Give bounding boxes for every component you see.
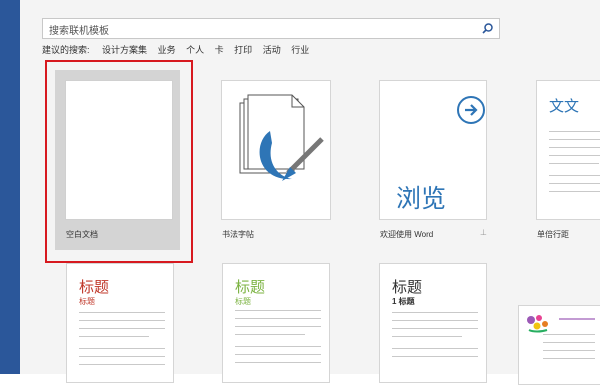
template-subtitle: 1 标题 <box>392 297 415 306</box>
template-caption: 单倍行距 <box>537 230 569 239</box>
template-floral-calendar[interactable] <box>518 305 600 385</box>
flower-decoration-icon <box>527 315 548 333</box>
template-title: 标题 <box>235 279 266 296</box>
pin-icon[interactable]: ⊥ <box>480 228 487 237</box>
template-caption: 欢迎使用 Word <box>380 230 434 239</box>
template-subtitle: 标题 <box>235 297 251 306</box>
template-title-red[interactable]: 标题 标题 <box>66 263 174 383</box>
single-spacing-title: 文文 <box>549 98 580 115</box>
suggested-link-business[interactable]: 业务 <box>158 45 176 55</box>
arrow-right-circle-icon <box>457 96 485 124</box>
suggested-searches-label: 建议的搜索: <box>42 45 90 55</box>
suggested-searches: 建议的搜索: 设计方案集 业务 个人 卡 打印 活动 行业 <box>42 43 317 56</box>
template-single-spacing[interactable]: 文文 <box>536 80 600 220</box>
search-box[interactable]: 搜索联机模板 <box>42 18 500 39</box>
browse-text: 浏览 <box>396 185 447 213</box>
template-title-green[interactable]: 标题 标题 <box>222 263 330 383</box>
template-calligraphy[interactable] <box>221 80 331 220</box>
left-accent-strip <box>0 0 20 374</box>
suggested-link-card[interactable]: 卡 <box>215 45 224 55</box>
selection-highlight <box>45 60 193 263</box>
suggested-link-event[interactable]: 活动 <box>263 45 281 55</box>
suggested-link-print[interactable]: 打印 <box>234 45 252 55</box>
template-gallery: 搜索联机模板 建议的搜索: 设计方案集 业务 个人 卡 打印 活动 行业 空白文… <box>20 0 600 385</box>
search-icon[interactable] <box>481 22 494 35</box>
template-welcome-word[interactable]: 浏览 <box>379 80 487 220</box>
calligraphy-brush-icon <box>239 94 324 181</box>
template-title-black[interactable]: 标题 1 标题 <box>379 263 487 383</box>
search-input[interactable]: 搜索联机模板 <box>49 22 109 37</box>
template-caption: 书法字帖 <box>222 230 254 239</box>
suggested-link-design[interactable]: 设计方案集 <box>102 45 147 55</box>
template-subtitle: 标题 <box>79 297 95 306</box>
suggested-link-industry[interactable]: 行业 <box>291 45 309 55</box>
template-title: 标题 <box>79 279 110 296</box>
template-title: 标题 <box>392 279 423 296</box>
suggested-link-personal[interactable]: 个人 <box>186 45 204 55</box>
